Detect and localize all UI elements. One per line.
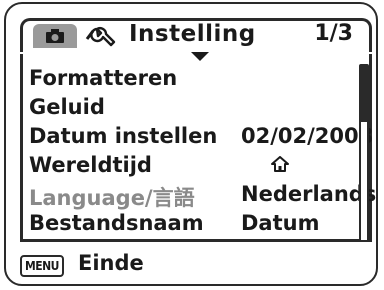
camera-lcd-screen: Instelling 1/3 Formatteren Geluid Datum … bbox=[4, 2, 378, 286]
tab-title: Instelling bbox=[129, 21, 256, 47]
menu-item-label: Geluid bbox=[29, 95, 105, 119]
menu-item-wereldtijd[interactable]: Wereldtijd bbox=[29, 153, 359, 180]
camera-icon bbox=[46, 29, 64, 43]
menu-item-bestandsnaam[interactable]: Bestandsnaam Datum bbox=[29, 211, 359, 238]
tab-bar: Instelling 1/3 bbox=[20, 18, 372, 52]
scrollbar-thumb[interactable] bbox=[361, 66, 367, 122]
tab-camera[interactable] bbox=[33, 24, 77, 48]
menu-item-datum-instellen[interactable]: Datum instellen 02/02/2008 bbox=[29, 124, 373, 151]
menu-item-geluid[interactable]: Geluid bbox=[29, 95, 359, 122]
menu-item-value: 02/02/2008 bbox=[241, 124, 374, 148]
menu-item-label: Bestandsnaam bbox=[29, 211, 204, 235]
page-indicator: 1/3 bbox=[314, 21, 353, 46]
menu-item-value: Datum bbox=[241, 211, 320, 235]
menu-item-label: Language/言語 bbox=[29, 186, 195, 210]
menu-item-label: Wereldtijd bbox=[29, 153, 152, 177]
scrollbar[interactable] bbox=[359, 64, 369, 242]
menu-key-badge: MENU bbox=[20, 255, 64, 277]
menu-item-label: Formatteren bbox=[29, 66, 178, 90]
menu-item-label: Datum instellen bbox=[29, 124, 218, 148]
menu-item-value: Nederlands bbox=[241, 182, 377, 206]
wrench-icon[interactable] bbox=[83, 25, 119, 49]
menu-item-language[interactable]: Language/言語 Nederlands bbox=[29, 182, 376, 210]
home-icon bbox=[271, 156, 289, 172]
footer-exit-label: Einde bbox=[78, 251, 144, 275]
menu-item-formatteren[interactable]: Formatteren bbox=[29, 66, 359, 93]
